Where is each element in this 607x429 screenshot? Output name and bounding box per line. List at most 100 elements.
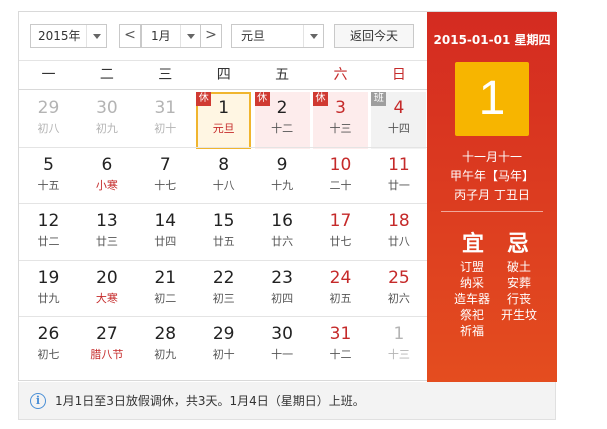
day-number: 21 (154, 267, 177, 288)
row-divider (19, 259, 428, 261)
day-cell[interactable]: 休 2 十二 (254, 92, 310, 149)
holiday-notice-text: 1月1日至3日放假调休，共3天。1月4日（星期日）上班。 (55, 394, 365, 408)
day-cell[interactable]: 21 初二 (138, 262, 193, 319)
yi-title: 宜 (461, 232, 484, 257)
day-cell[interactable]: 1 十三 (371, 318, 426, 375)
day-number: 17 (329, 211, 352, 231)
day-number: 8 (218, 154, 230, 175)
lunar-day: 大寒 (95, 291, 118, 305)
big-day-number: 1 (455, 62, 529, 136)
day-cell[interactable]: 18 廿八 (371, 205, 426, 262)
holiday-select[interactable]: 元旦 (231, 24, 324, 48)
day-cell[interactable]: 14 廿四 (138, 205, 193, 262)
lunar-day: 小寒 (95, 178, 118, 192)
day-cell[interactable]: 8 十八 (196, 149, 251, 206)
lunar-day: 二十 (329, 178, 352, 192)
day-cell[interactable]: 26 初七 (21, 318, 76, 375)
day-cell[interactable]: 31 初十 (138, 92, 193, 149)
lunar-day: 十三 (329, 122, 352, 135)
weekday-label: 日 (391, 67, 406, 83)
ji-item: 安葬 (506, 276, 531, 290)
day-cell[interactable]: 19 廿九 (21, 262, 76, 319)
day-number: 9 (276, 154, 288, 175)
lunar-day: 廿四 (154, 235, 177, 248)
day-cell[interactable]: 31 十二 (313, 318, 368, 375)
calendar-widget: 2015年 < 1月 > 元旦 返回今天 一二三四五六日 29 初八 30 初九 31 初… (18, 11, 557, 382)
day-number: 31 (329, 324, 352, 344)
day-number: 19 (37, 267, 60, 288)
day-cell[interactable]: 29 初十 (196, 318, 251, 375)
day-number: 2 (276, 98, 288, 118)
lunar-day: 廿二 (37, 235, 60, 248)
day-cell[interactable]: 22 初三 (196, 262, 251, 319)
year-select[interactable]: 2015年 (30, 24, 107, 48)
day-cell[interactable]: 9 十九 (255, 149, 310, 206)
lunar-day: 廿八 (387, 235, 410, 248)
day-cell[interactable]: 休 3 十三 (313, 92, 368, 149)
day-cell[interactable]: 12 廿二 (21, 205, 76, 262)
day-number: 1 (393, 324, 405, 344)
day-number: 27 (96, 324, 118, 344)
yi-item: 造车器 (453, 292, 490, 306)
day-cell[interactable]: 13 廿三 (79, 205, 134, 262)
lunar-day: 初十 (212, 348, 235, 361)
weekday-label: 一 (41, 67, 56, 83)
weekday-label: 四 (216, 67, 231, 83)
day-cell[interactable]: 27 腊八节 (79, 318, 134, 375)
back-to-today-button[interactable]: 返回今天 (334, 24, 414, 48)
ganzhi-month-day: 丙子月 丁丑日 (454, 188, 530, 202)
day-cell[interactable]: 7 十七 (138, 149, 193, 206)
day-cell[interactable]: 15 廿五 (196, 205, 251, 262)
next-month-button[interactable]: > (200, 24, 222, 48)
day-cell[interactable]: 班 4 十四 (371, 92, 427, 149)
weekday-label: 五 (275, 67, 290, 83)
day-number: 30 (96, 98, 118, 118)
day-cell[interactable]: 24 初五 (313, 262, 368, 319)
chevron-down-icon (303, 25, 323, 47)
day-number: 11 (388, 154, 410, 175)
prev-month-button[interactable]: < (119, 24, 141, 48)
lunar-day: 十八 (212, 178, 235, 192)
day-cell[interactable]: 28 初九 (138, 318, 193, 375)
day-cell[interactable]: 25 初六 (371, 262, 426, 319)
lunar-day: 初二 (154, 291, 177, 305)
lunar-day: 十九 (271, 178, 294, 192)
lunar-day: 十二 (271, 122, 294, 135)
day-cell[interactable]: 5 十五 (21, 149, 76, 206)
day-cell[interactable]: 17 廿七 (313, 205, 368, 262)
lunar-day: 初四 (271, 291, 294, 305)
day-cell[interactable]: 16 廿六 (255, 205, 310, 262)
day-cell[interactable]: 20 大寒 (79, 262, 134, 319)
day-number: 10 (329, 154, 352, 175)
weekday-label: 六 (333, 67, 348, 83)
month-select[interactable]: 1月 (141, 24, 201, 48)
day-cell[interactable]: 6 小寒 (79, 149, 134, 206)
day-cell[interactable]: 30 十一 (255, 318, 310, 375)
day-cell[interactable]: 11 廿一 (371, 149, 426, 206)
day-number: 18 (388, 211, 410, 231)
calendar-grid: 29 初八 30 初九 31 初十休 1 元旦休 2 十二休 3 十三班 4 十四 5 十五 6 小寒 7 十七 8 十八… (19, 91, 428, 380)
day-cell[interactable]: 30 初九 (79, 92, 134, 149)
row-divider (19, 316, 428, 317)
lunar-day: 十一 (271, 348, 294, 361)
lunar-day: 初十 (154, 122, 177, 135)
day-number: 14 (154, 211, 177, 231)
day-number: 7 (159, 154, 171, 175)
day-cell[interactable]: 29 初八 (21, 92, 76, 149)
month-select-value: 1月 (151, 29, 171, 43)
day-number: 25 (388, 267, 410, 288)
day-cell[interactable]: 10 二十 (313, 149, 368, 206)
day-cell[interactable]: 23 初四 (255, 262, 310, 319)
lunar-day: 廿三 (95, 235, 118, 248)
lunar-day: 初九 (95, 122, 118, 135)
day-number: 28 (154, 324, 177, 344)
day-cell[interactable]: 休 1 元旦 (196, 92, 252, 149)
divider (441, 211, 543, 212)
lunar-day: 廿一 (387, 178, 410, 192)
yi-item: 祈福 (459, 324, 484, 338)
day-number: 22 (212, 267, 235, 288)
weekday-header: 一二三四五六日 (19, 60, 428, 90)
lunar-day: 初五 (329, 291, 352, 305)
calendar-toolbar: 2015年 < 1月 > 元旦 返回今天 (19, 12, 428, 60)
day-number: 15 (212, 211, 235, 231)
